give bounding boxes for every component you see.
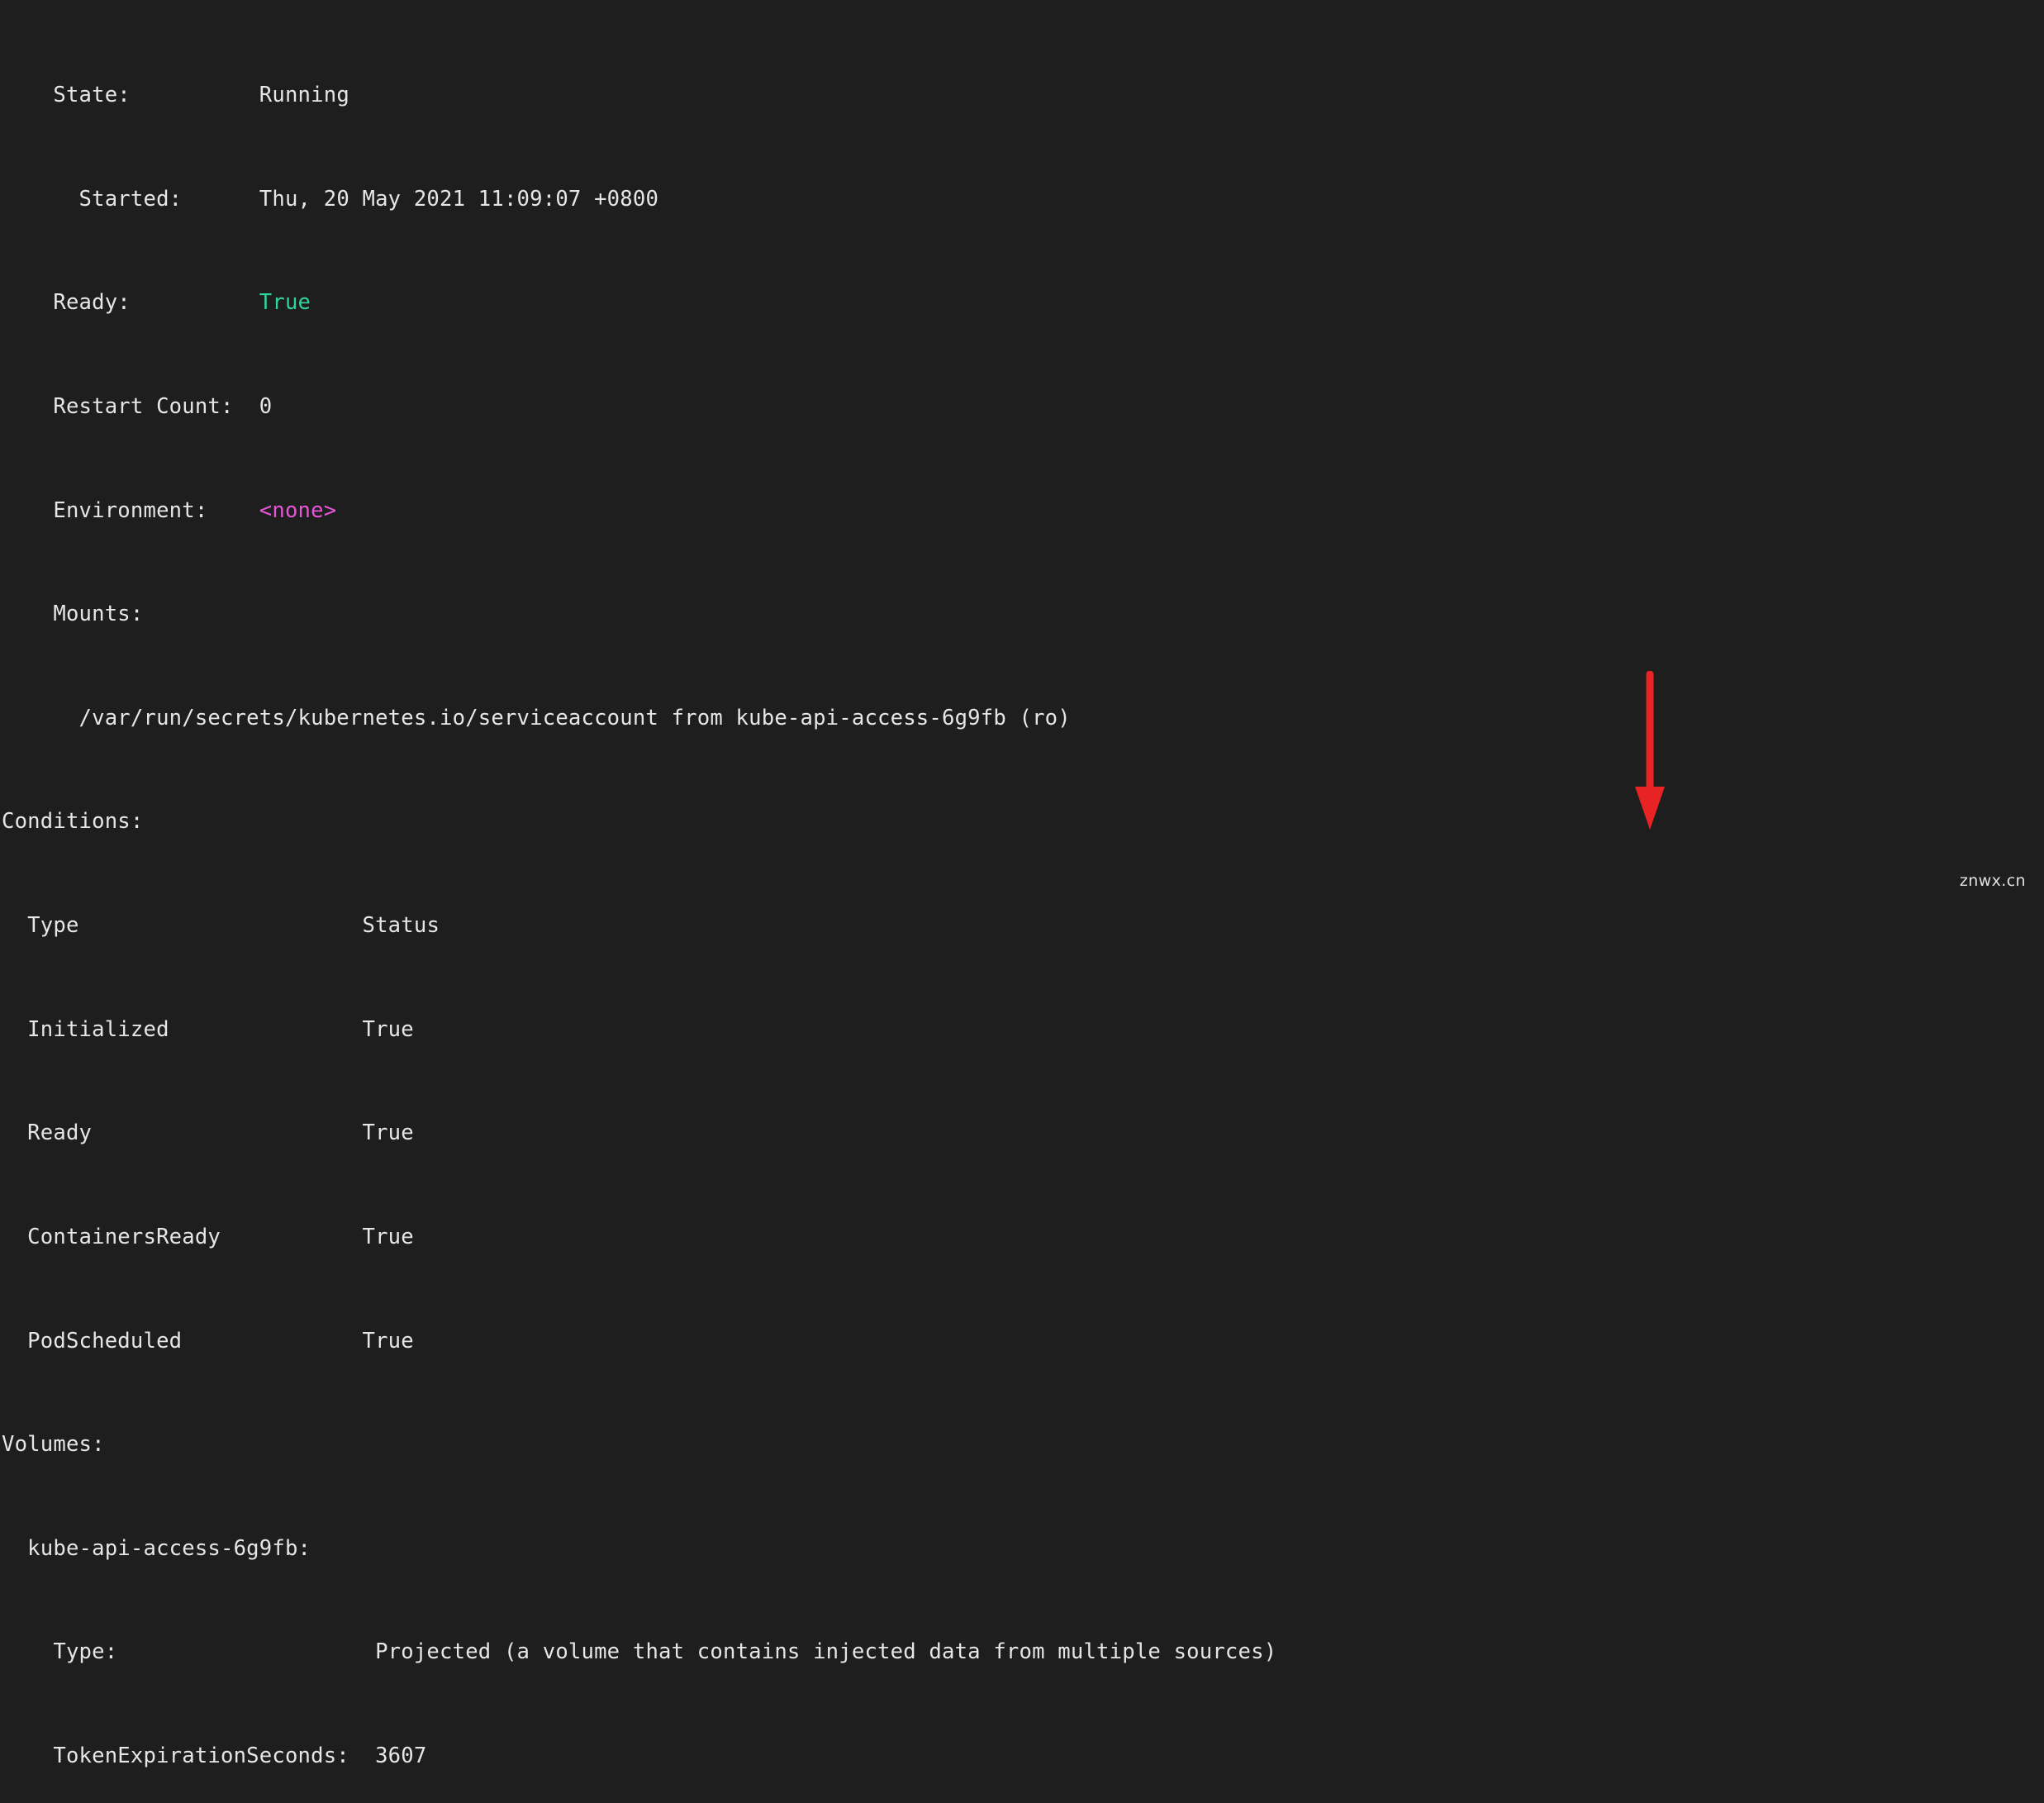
environment-label: Environment: — [2, 497, 259, 523]
line-token-expiration: TokenExpirationSeconds: 3607 — [2, 1744, 2044, 1769]
line-started: Started: Thu, 20 May 2021 11:09:07 +0800 — [2, 187, 2044, 212]
line-state: State: Running — [2, 83, 2044, 108]
started-value: Thu, 20 May 2021 11:09:07 +0800 — [259, 186, 659, 212]
line-condition-podscheduled: PodScheduled True — [2, 1329, 2044, 1354]
line-restart-count: Restart Count: 0 — [2, 394, 2044, 420]
ready-label: Ready: — [2, 290, 259, 316]
condition-status: True — [362, 1120, 414, 1146]
token-expiration-value: 3607 — [375, 1743, 427, 1768]
line-ready: Ready: True — [2, 290, 2044, 316]
state-value: Running — [259, 83, 349, 108]
terminal-window[interactable]: State: Running Started: Thu, 20 May 2021… — [0, 0, 2044, 1768]
state-label: State: — [2, 83, 259, 108]
line-volume-name: kube-api-access-6g9fb: — [2, 1536, 2044, 1562]
condition-status: True — [362, 1328, 414, 1353]
mounts-label: Mounts: — [2, 602, 144, 627]
site-watermark: znwx.cn — [1959, 872, 2026, 890]
environment-value: <none> — [259, 497, 337, 523]
line-condition-containersready: ContainersReady True — [2, 1225, 2044, 1250]
condition-type: ContainersReady — [2, 1224, 363, 1249]
line-mounts-path: /var/run/secrets/kubernetes.io/serviceac… — [2, 706, 2044, 731]
line-conditions-heading: Conditions: — [2, 809, 2044, 835]
conditions-heading: Conditions: — [2, 809, 144, 835]
condition-status: True — [362, 1224, 414, 1249]
restart-count-value: 0 — [259, 394, 273, 420]
volume-type-value: Projected (a volume that contains inject… — [375, 1639, 1277, 1665]
volume-name: kube-api-access-6g9fb: — [2, 1535, 311, 1561]
mounts-path: /var/run/secrets/kubernetes.io/serviceac… — [2, 705, 1071, 730]
restart-count-label: Restart Count: — [2, 394, 259, 420]
started-label: Started: — [2, 186, 259, 212]
volumes-heading: Volumes: — [2, 1432, 105, 1458]
condition-type: PodScheduled — [2, 1328, 363, 1353]
line-conditions-header: Type Status — [2, 913, 2044, 939]
ready-value: True — [259, 290, 311, 316]
condition-status: True — [362, 1016, 414, 1042]
volume-type-label: Type: — [2, 1639, 376, 1665]
token-expiration-label: TokenExpirationSeconds: — [2, 1743, 376, 1768]
condition-type: Initialized — [2, 1016, 363, 1042]
line-condition-initialized: Initialized True — [2, 1017, 2044, 1043]
conditions-header-type: Type — [2, 913, 363, 939]
line-environment: Environment: <none> — [2, 498, 2044, 524]
condition-type: Ready — [2, 1120, 363, 1146]
terminal-output: State: Running Started: Thu, 20 May 2021… — [0, 5, 2044, 1803]
line-volumes-heading: Volumes: — [2, 1432, 2044, 1458]
line-mounts-label: Mounts: — [2, 602, 2044, 627]
line-volume-type: Type: Projected (a volume that contains … — [2, 1639, 2044, 1665]
line-condition-ready: Ready True — [2, 1120, 2044, 1146]
conditions-header-status: Status — [362, 913, 440, 939]
